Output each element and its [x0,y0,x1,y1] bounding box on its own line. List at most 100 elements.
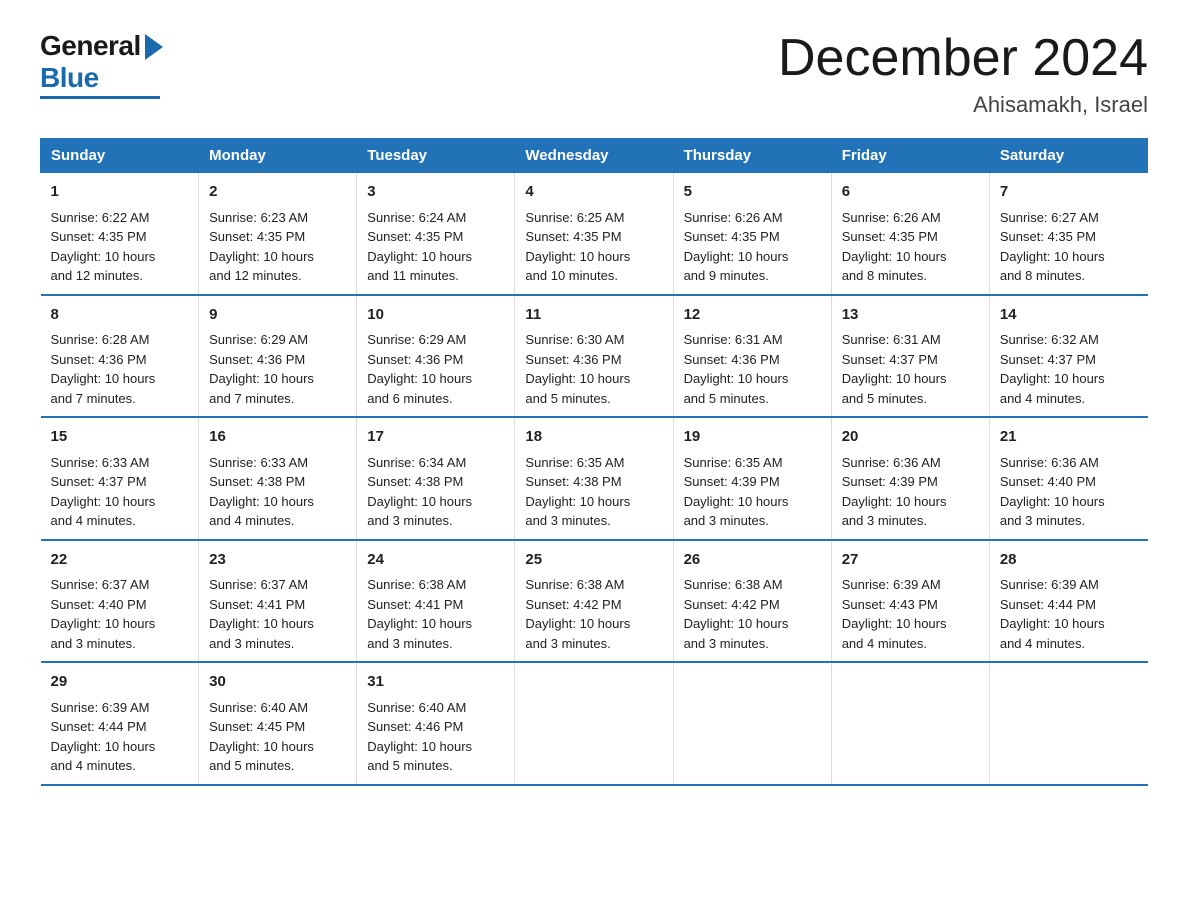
cell-week4-day6: 28Sunrise: 6:39 AM Sunset: 4:44 PM Dayli… [989,540,1147,663]
cell-week4-day0: 22 Sunrise: 6:37 AM Sunset: 4:40 PM Dayli… [41,540,199,663]
cell-week2-day4: 12Sunrise: 6:31 AM Sunset: 4:36 PM Dayli… [673,295,831,418]
day-info: Sunrise: 6:26 AM Sunset: 4:35 PM Dayligh… [684,208,821,286]
day-info: Sunrise: 6:40 AM Sunset: 4:45 PM Dayligh… [209,698,346,776]
header-row: SundayMondayTuesdayWednesdayThursdayFrid… [41,139,1148,173]
title-section: December 2024 Ahisamakh, Israel [778,30,1148,118]
day-number: 31 [367,671,504,694]
cell-week2-day6: 14 Sunrise: 6:32 AM Sunset: 4:37 PM Dayli… [989,295,1147,418]
day-info: Sunrise: 6:22 AM Sunset: 4:35 PM Dayligh… [51,208,189,286]
cell-week4-day3: 25 Sunrise: 6:38 AM Sunset: 4:42 PM Dayli… [515,540,673,663]
day-number: 2 [209,181,346,204]
day-number: 15 [51,426,189,449]
day-number: 26 [684,549,821,572]
header-saturday: Saturday [989,139,1147,173]
page-header: General Blue December 2024 Ahisamakh, Is… [40,30,1148,118]
cell-week5-day4 [673,662,831,785]
day-info: Sunrise: 6:30 AM Sunset: 4:36 PM Dayligh… [525,330,662,408]
logo-triangle-icon [145,34,163,60]
logo: General Blue [40,30,163,99]
cell-week4-day2: 24Sunrise: 6:38 AM Sunset: 4:41 PM Dayli… [357,540,515,663]
cell-week5-day2: 31 Sunrise: 6:40 AM Sunset: 4:46 PM Dayli… [357,662,515,785]
week-row-4: 22 Sunrise: 6:37 AM Sunset: 4:40 PM Dayli… [41,540,1148,663]
day-number: 14 [1000,304,1138,327]
day-number: 4 [525,181,662,204]
cell-week5-day6 [989,662,1147,785]
day-info: Sunrise: 6:35 AM Sunset: 4:39 PM Dayligh… [684,453,821,531]
day-info: Sunrise: 6:36 AM Sunset: 4:39 PM Dayligh… [842,453,979,531]
cell-week3-day3: 18 Sunrise: 6:35 AM Sunset: 4:38 PM Dayli… [515,417,673,540]
header-wednesday: Wednesday [515,139,673,173]
cell-week5-day5 [831,662,989,785]
day-number: 19 [684,426,821,449]
cell-week2-day2: 10 Sunrise: 6:29 AM Sunset: 4:36 PM Dayli… [357,295,515,418]
day-info: Sunrise: 6:31 AM Sunset: 4:36 PM Dayligh… [684,330,821,408]
day-info: Sunrise: 6:38 AM Sunset: 4:41 PM Dayligh… [367,575,504,653]
day-number: 13 [842,304,979,327]
week-row-2: 8 Sunrise: 6:28 AM Sunset: 4:36 PM Daylig… [41,295,1148,418]
week-row-1: 1Sunrise: 6:22 AM Sunset: 4:35 PM Daylig… [41,173,1148,295]
cell-week2-day5: 13 Sunrise: 6:31 AM Sunset: 4:37 PM Dayli… [831,295,989,418]
day-info: Sunrise: 6:24 AM Sunset: 4:35 PM Dayligh… [367,208,504,286]
day-info: Sunrise: 6:39 AM Sunset: 4:43 PM Dayligh… [842,575,979,653]
header-friday: Friday [831,139,989,173]
logo-general-text: General [40,30,141,62]
day-info: Sunrise: 6:37 AM Sunset: 4:41 PM Dayligh… [209,575,346,653]
day-number: 10 [367,304,504,327]
day-number: 9 [209,304,346,327]
cell-week3-day4: 19 Sunrise: 6:35 AM Sunset: 4:39 PM Dayli… [673,417,831,540]
cell-week1-day1: 2Sunrise: 6:23 AM Sunset: 4:35 PM Daylig… [199,173,357,295]
day-info: Sunrise: 6:25 AM Sunset: 4:35 PM Dayligh… [525,208,662,286]
day-number: 25 [525,549,662,572]
cell-week2-day1: 9 Sunrise: 6:29 AM Sunset: 4:36 PM Daylig… [199,295,357,418]
day-info: Sunrise: 6:28 AM Sunset: 4:36 PM Dayligh… [51,330,189,408]
day-number: 17 [367,426,504,449]
day-number: 23 [209,549,346,572]
cell-week1-day4: 5Sunrise: 6:26 AM Sunset: 4:35 PM Daylig… [673,173,831,295]
day-info: Sunrise: 6:27 AM Sunset: 4:35 PM Dayligh… [1000,208,1138,286]
day-info: Sunrise: 6:32 AM Sunset: 4:37 PM Dayligh… [1000,330,1138,408]
day-info: Sunrise: 6:34 AM Sunset: 4:38 PM Dayligh… [367,453,504,531]
cell-week5-day3 [515,662,673,785]
calendar-title: December 2024 [778,30,1148,87]
day-info: Sunrise: 6:37 AM Sunset: 4:40 PM Dayligh… [51,575,189,653]
week-row-3: 15 Sunrise: 6:33 AM Sunset: 4:37 PM Dayli… [41,417,1148,540]
calendar-table: SundayMondayTuesdayWednesdayThursdayFrid… [40,138,1148,786]
cell-week3-day6: 21 Sunrise: 6:36 AM Sunset: 4:40 PM Dayli… [989,417,1147,540]
day-info: Sunrise: 6:36 AM Sunset: 4:40 PM Dayligh… [1000,453,1138,531]
cell-week4-day4: 26 Sunrise: 6:38 AM Sunset: 4:42 PM Dayli… [673,540,831,663]
cell-week4-day1: 23 Sunrise: 6:37 AM Sunset: 4:41 PM Dayli… [199,540,357,663]
day-number: 6 [842,181,979,204]
cell-week1-day2: 3Sunrise: 6:24 AM Sunset: 4:35 PM Daylig… [357,173,515,295]
day-number: 16 [209,426,346,449]
day-number: 8 [51,304,189,327]
day-number: 18 [525,426,662,449]
day-info: Sunrise: 6:31 AM Sunset: 4:37 PM Dayligh… [842,330,979,408]
day-info: Sunrise: 6:33 AM Sunset: 4:37 PM Dayligh… [51,453,189,531]
day-info: Sunrise: 6:38 AM Sunset: 4:42 PM Dayligh… [525,575,662,653]
day-info: Sunrise: 6:38 AM Sunset: 4:42 PM Dayligh… [684,575,821,653]
day-number: 28 [1000,549,1138,572]
day-number: 22 [51,549,189,572]
header-tuesday: Tuesday [357,139,515,173]
header-sunday: Sunday [41,139,199,173]
logo-underline [40,96,160,99]
cell-week1-day5: 6Sunrise: 6:26 AM Sunset: 4:35 PM Daylig… [831,173,989,295]
week-row-5: 29Sunrise: 6:39 AM Sunset: 4:44 PM Dayli… [41,662,1148,785]
day-info: Sunrise: 6:35 AM Sunset: 4:38 PM Dayligh… [525,453,662,531]
day-info: Sunrise: 6:29 AM Sunset: 4:36 PM Dayligh… [209,330,346,408]
cell-week1-day0: 1Sunrise: 6:22 AM Sunset: 4:35 PM Daylig… [41,173,199,295]
day-info: Sunrise: 6:39 AM Sunset: 4:44 PM Dayligh… [51,698,189,776]
day-number: 30 [209,671,346,694]
cell-week1-day6: 7Sunrise: 6:27 AM Sunset: 4:35 PM Daylig… [989,173,1147,295]
day-info: Sunrise: 6:40 AM Sunset: 4:46 PM Dayligh… [367,698,504,776]
cell-week5-day1: 30 Sunrise: 6:40 AM Sunset: 4:45 PM Dayli… [199,662,357,785]
cell-week5-day0: 29Sunrise: 6:39 AM Sunset: 4:44 PM Dayli… [41,662,199,785]
day-number: 21 [1000,426,1138,449]
day-number: 27 [842,549,979,572]
calendar-subtitle: Ahisamakh, Israel [778,92,1148,118]
cell-week3-day0: 15 Sunrise: 6:33 AM Sunset: 4:37 PM Dayli… [41,417,199,540]
cell-week3-day5: 20Sunrise: 6:36 AM Sunset: 4:39 PM Dayli… [831,417,989,540]
day-info: Sunrise: 6:29 AM Sunset: 4:36 PM Dayligh… [367,330,504,408]
calendar-header: SundayMondayTuesdayWednesdayThursdayFrid… [41,139,1148,173]
cell-week3-day2: 17 Sunrise: 6:34 AM Sunset: 4:38 PM Dayli… [357,417,515,540]
